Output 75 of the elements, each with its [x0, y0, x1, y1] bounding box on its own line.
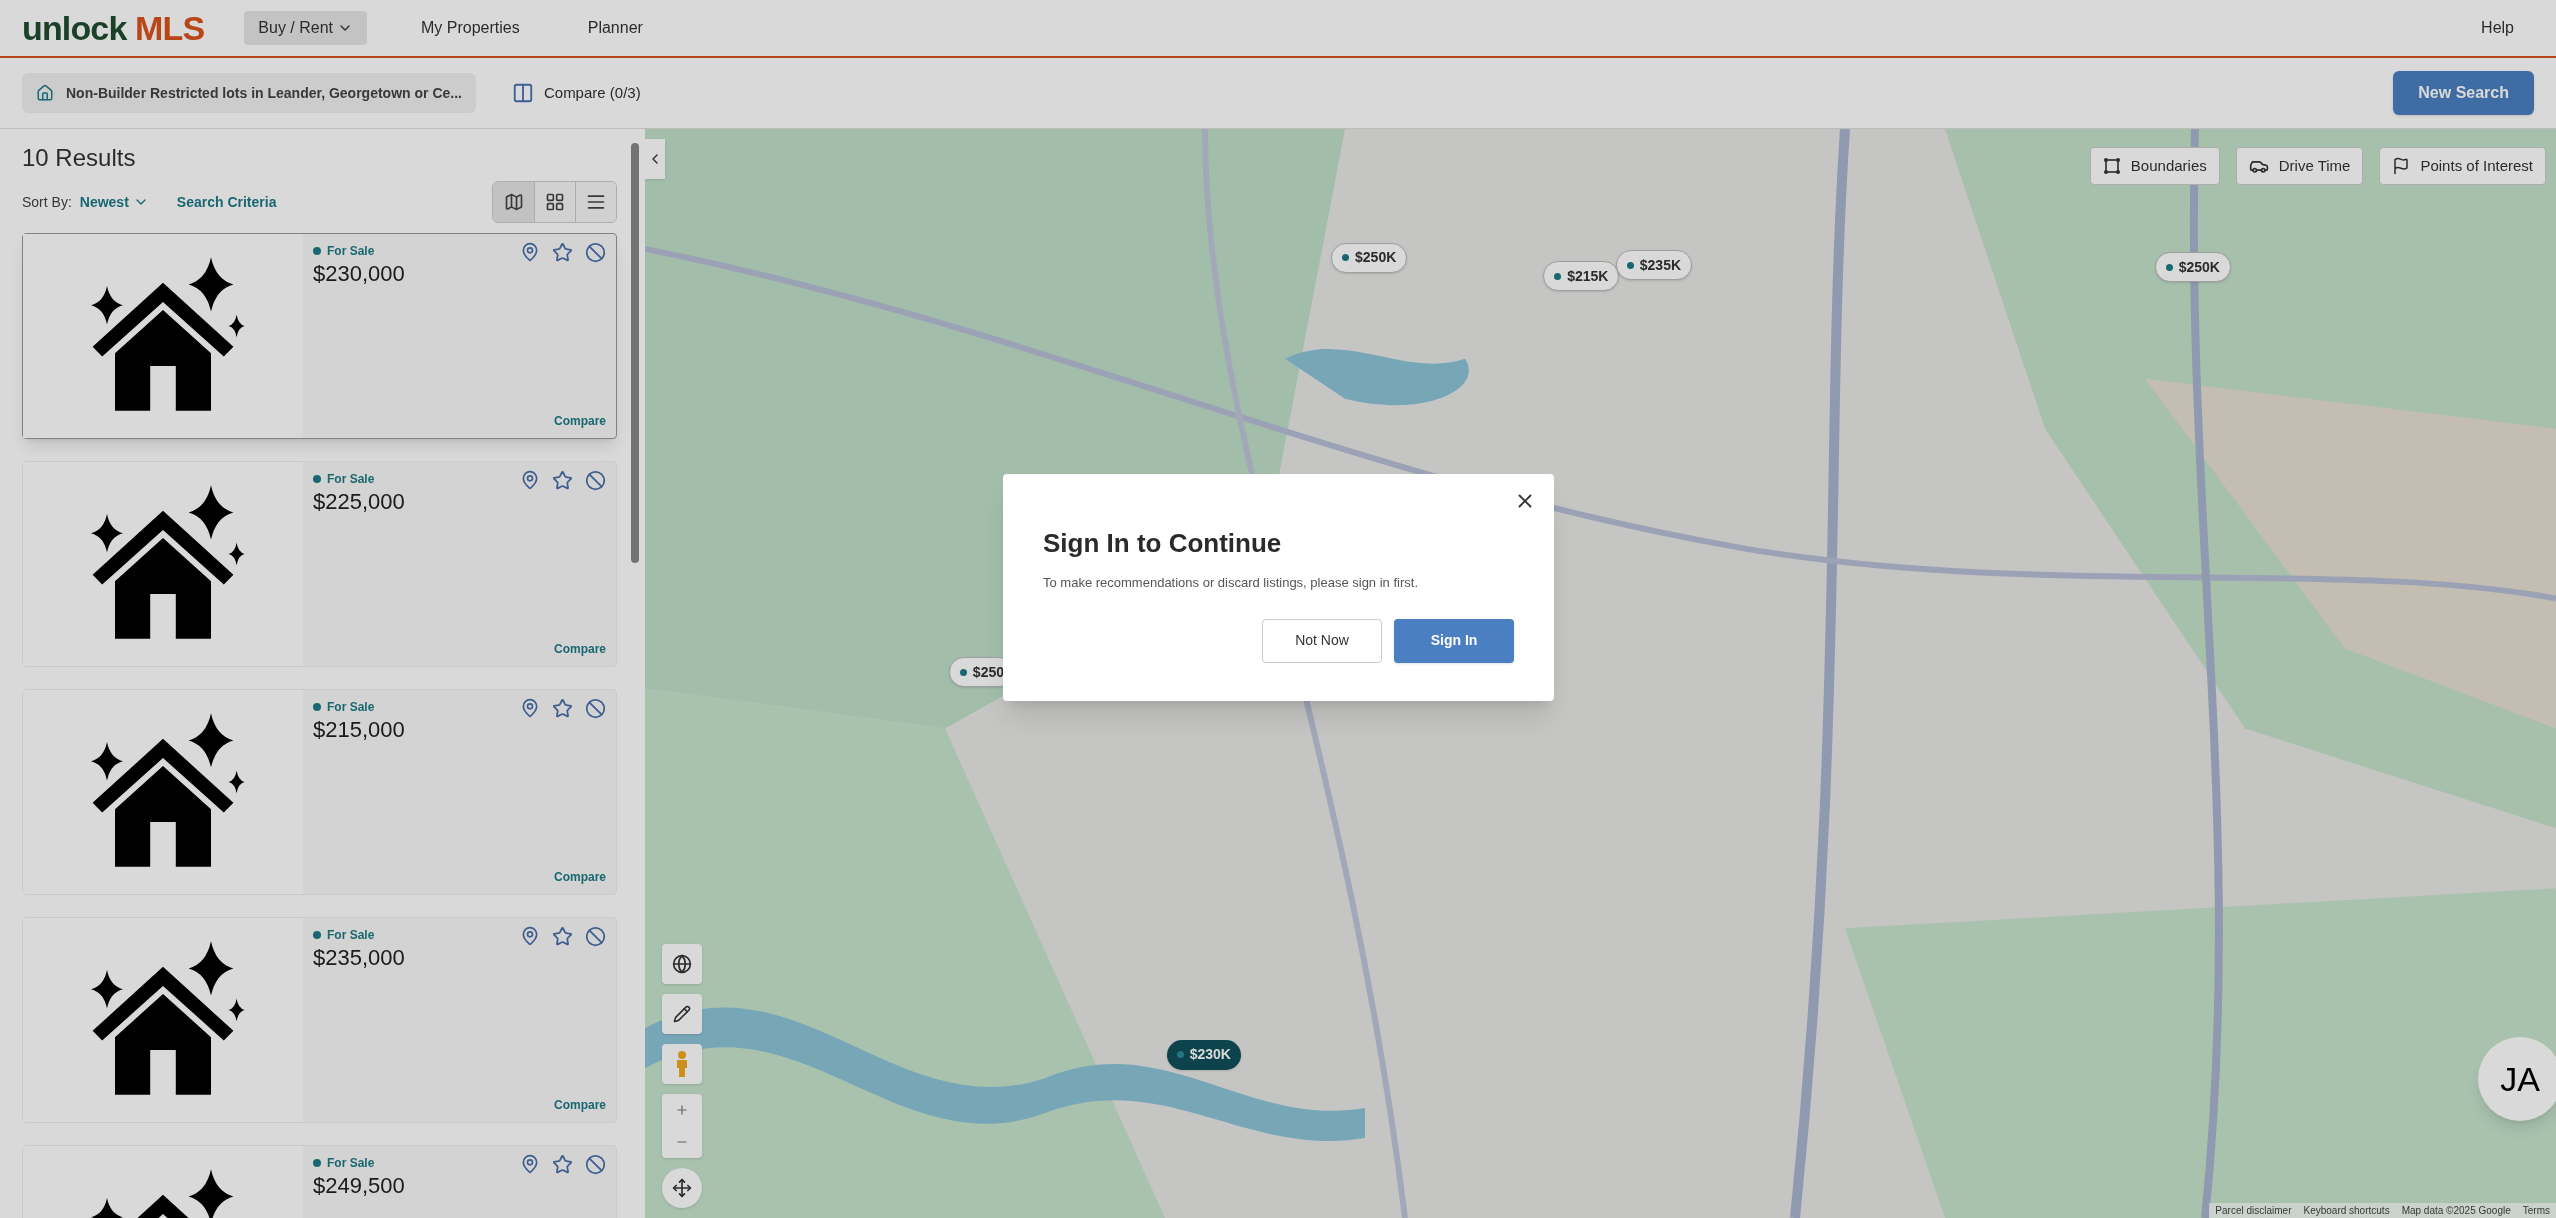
map-pin-icon[interactable] [520, 470, 540, 490]
discard-icon[interactable] [585, 1154, 606, 1175]
map-view-button[interactable] [493, 182, 534, 222]
listing-card[interactable]: For Sale $249,500 [22, 1145, 617, 1218]
price-marker[interactable]: $235K [1615, 250, 1693, 281]
map-tool-button[interactable]: Drive Time [2235, 147, 2364, 185]
list-icon [586, 192, 606, 212]
sign-in-button[interactable]: Sign In [1394, 618, 1514, 663]
nav-tab[interactable]: Buy / Rent [244, 11, 367, 45]
listing-card[interactable]: For Sale $215,000 Compare [22, 689, 617, 895]
plus-icon [675, 1103, 689, 1117]
saved-search-chip[interactable]: Non-Builder Restricted lots in Leander, Georgetown or Ce... [22, 73, 476, 113]
listing-price: $215,000 [313, 716, 405, 744]
help-link[interactable]: Help [2481, 16, 2514, 40]
collapse-panel-button[interactable] [645, 139, 665, 179]
move-icon [672, 1178, 692, 1198]
listing-price: $235,000 [313, 944, 405, 972]
price-marker[interactable]: $215K [1543, 261, 1620, 291]
list-view-button[interactable] [575, 182, 616, 222]
compare-link[interactable]: Compare [554, 412, 606, 430]
grid-icon [545, 192, 565, 212]
map-tool-button[interactable]: Points of Interest [2379, 147, 2546, 185]
star-icon[interactable] [552, 1154, 573, 1175]
discard-icon[interactable] [585, 470, 606, 491]
grid-view-button[interactable] [534, 182, 575, 222]
dialog-title: Sign In to Continue [1043, 527, 1283, 560]
compare-button[interactable]: Compare (0/3) [511, 81, 641, 105]
listing-status: For Sale [327, 699, 375, 716]
discard-icon[interactable] [585, 698, 606, 719]
map-pin-icon[interactable] [520, 926, 540, 946]
map-tool-button[interactable]: Boundaries [2089, 147, 2220, 185]
nav-tab[interactable]: Planner [573, 11, 657, 45]
listing-card[interactable]: For Sale $230,000 Compare [22, 233, 617, 439]
globe-button[interactable] [662, 944, 702, 984]
map-icon [503, 192, 524, 212]
listing-status: For Sale [327, 471, 375, 488]
results-count: 10 Results [22, 143, 137, 173]
flag-icon [2392, 157, 2411, 175]
listing-price: $230,000 [313, 260, 405, 288]
star-icon[interactable] [552, 242, 573, 263]
star-icon[interactable] [552, 926, 573, 947]
search-criteria-link[interactable]: Search Criteria [176, 191, 277, 213]
listing-card[interactable]: For Sale $225,000 Compare [22, 461, 617, 667]
compare-link[interactable]: Compare [554, 640, 606, 658]
listing-status: For Sale [327, 1155, 375, 1172]
price-marker[interactable]: $250K [2154, 252, 2231, 283]
pencil-icon [673, 1005, 691, 1023]
discard-icon[interactable] [585, 926, 606, 947]
map-pin-icon[interactable] [520, 242, 540, 262]
boundary-icon [2102, 157, 2121, 175]
sort-label: Sort By: [22, 192, 72, 212]
compare-link[interactable]: Compare [554, 1096, 606, 1114]
map-pin-icon[interactable] [520, 698, 540, 718]
dialog-message: To make recommendations or discard listings, please sign in first. [1043, 574, 1419, 592]
discard-icon[interactable] [585, 242, 606, 263]
scrollbar[interactable] [631, 143, 639, 563]
star-icon[interactable] [552, 470, 573, 491]
listing-price: $225,000 [313, 488, 405, 516]
sort-dropdown[interactable]: Newest [79, 191, 149, 213]
listing-status: For Sale [327, 927, 375, 944]
globe-icon [672, 954, 692, 974]
person-figure-icon [675, 1051, 689, 1077]
new-search-button[interactable]: New Search [2393, 71, 2534, 115]
listing-card[interactable]: For Sale $235,000 Compare [22, 917, 617, 1123]
listing-status: For Sale [327, 243, 375, 260]
house-icon [36, 84, 54, 102]
draw-button[interactable] [662, 994, 702, 1034]
dismiss-button[interactable]: Not Now [1262, 618, 1382, 663]
star-icon[interactable] [552, 698, 573, 719]
logo[interactable]: unlock MLS [22, 2, 205, 54]
compare-icon [511, 82, 534, 104]
compare-link[interactable]: Compare [554, 868, 606, 886]
nav-tab[interactable]: My Properties [407, 11, 534, 45]
map-pin-icon[interactable] [520, 1154, 540, 1174]
listing-price: $249,500 [313, 1172, 405, 1200]
